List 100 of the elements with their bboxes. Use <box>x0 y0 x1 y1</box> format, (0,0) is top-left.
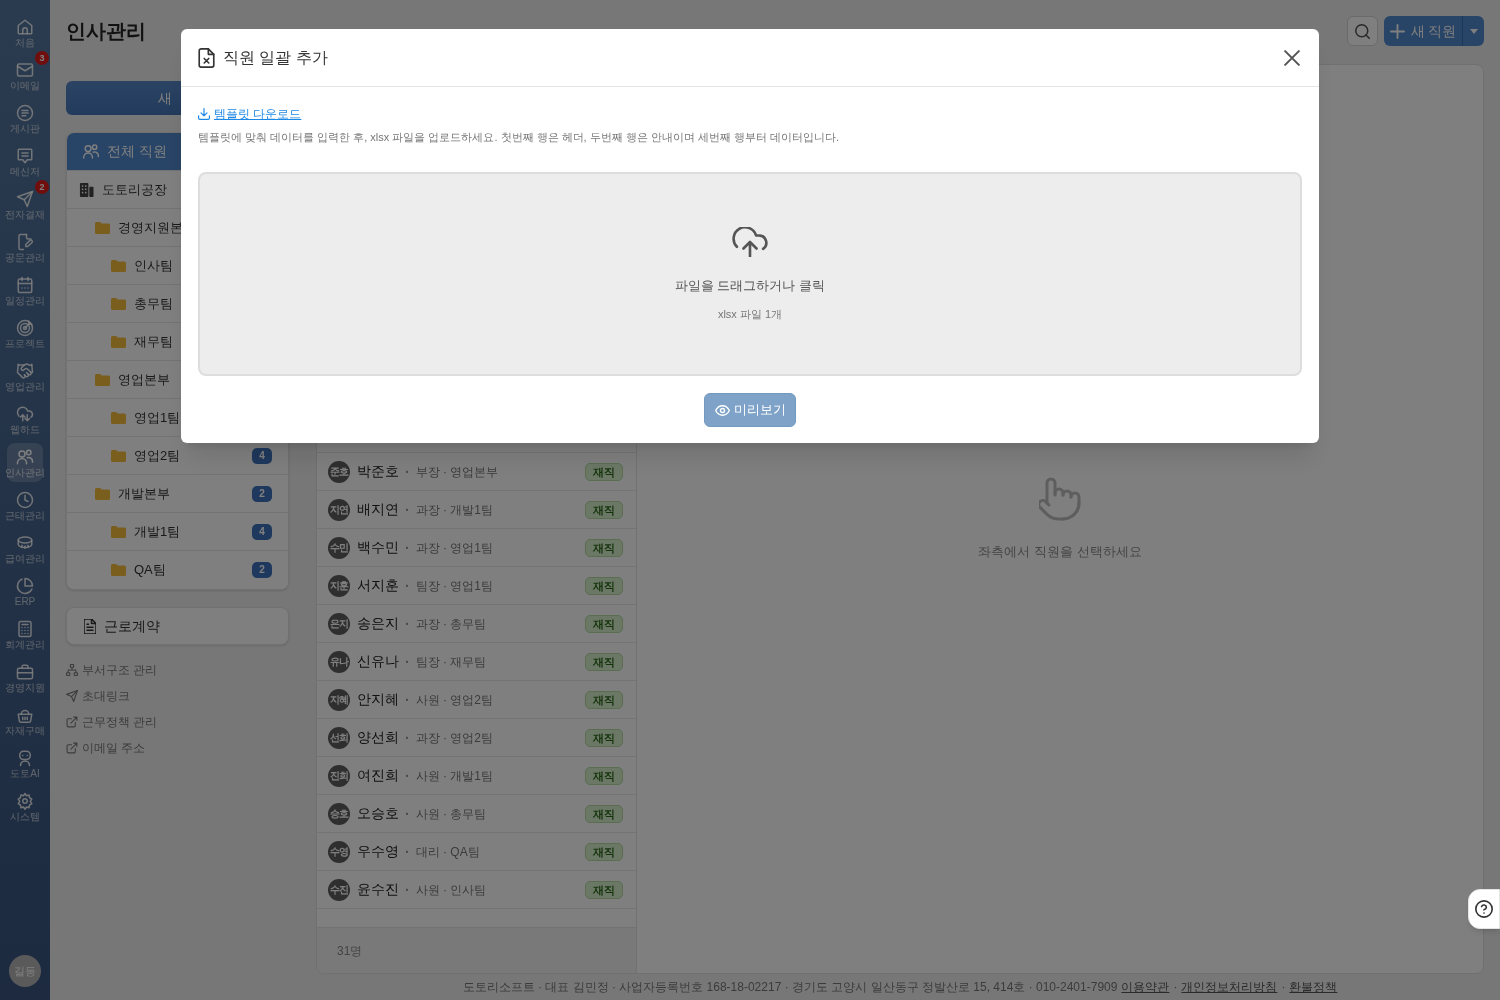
building-icon <box>79 182 94 197</box>
name-separator: · <box>405 844 410 859</box>
employee-name: 양선희 <box>357 728 399 747</box>
tree-item[interactable]: QA팀 2 <box>67 551 288 589</box>
employee-position: 사원 · 영업2팀 <box>415 691 493 709</box>
employee-name: 백수민 <box>357 538 399 557</box>
status-badge: 재직 <box>585 804 623 823</box>
count-badge: 2 <box>252 562 272 578</box>
sidebar-link[interactable]: 근무정책 관리 <box>66 714 158 730</box>
file-x-icon <box>198 47 215 68</box>
footer-text: · <box>1281 979 1286 996</box>
mail-icon <box>16 61 34 79</box>
dropdown-button[interactable] <box>1462 16 1484 46</box>
footer-link[interactable]: 환불정책 <box>1289 978 1338 996</box>
status-badge: 재직 <box>585 500 623 519</box>
status-badge: 재직 <box>585 462 623 481</box>
settings-icon <box>16 792 34 810</box>
name-separator: · <box>405 578 410 593</box>
folder-icon <box>111 335 126 348</box>
name-separator: · <box>405 464 410 479</box>
list-circle-icon <box>16 104 34 122</box>
home-icon <box>16 18 34 36</box>
employee-name: 박준호 <box>357 462 399 481</box>
employee-name: 여진희 <box>357 766 399 785</box>
employee-position: 사원 · 총무팀 <box>415 805 487 823</box>
external-link-icon <box>66 716 78 728</box>
tree-item[interactable]: 개발1팀 4 <box>67 513 288 551</box>
employee-name: 오승호 <box>357 804 399 823</box>
name-separator: · <box>405 730 410 745</box>
file-drop-zone[interactable]: 파일을 드래그하거나 클릭 xlsx 파일 1개 <box>198 172 1302 376</box>
chat-bubble-icon <box>16 147 34 165</box>
modal-title: 직원 일괄 추가 <box>223 47 328 68</box>
employee-name: 우수영 <box>357 842 399 861</box>
notification-badge: 2 <box>35 180 49 194</box>
caret-down-icon <box>1469 28 1478 34</box>
help-icon <box>1475 900 1493 918</box>
folder-icon <box>95 373 110 386</box>
document-pen-icon <box>16 233 34 251</box>
count-badge: 4 <box>252 523 272 540</box>
name-separator: · <box>405 540 410 555</box>
eye-icon <box>714 404 730 416</box>
empty-state-message: 좌측에서 직원을 선택하세요 <box>978 543 1142 562</box>
cloud-upload-icon <box>732 227 768 257</box>
contract-button[interactable]: 근로계약 <box>66 607 289 645</box>
plus-icon <box>1389 23 1405 39</box>
employee-avatar: 선희 <box>328 726 350 749</box>
employee-position: 팀장 · 영업1팀 <box>415 577 493 595</box>
folder-icon <box>111 525 126 538</box>
tree-item[interactable]: 영업2팀 4 <box>67 437 288 475</box>
briefcase-icon <box>16 663 34 681</box>
status-badge: 재직 <box>585 728 623 747</box>
name-separator: · <box>405 768 410 783</box>
name-separator: · <box>405 882 410 897</box>
footer-link[interactable]: 이용약관 <box>1121 978 1170 996</box>
employee-avatar: 유나 <box>328 650 350 673</box>
employee-avatar: 준호 <box>328 460 350 483</box>
employee-avatar: 수민 <box>328 536 350 559</box>
status-badge: 재직 <box>585 538 623 557</box>
count-badge: 4 <box>252 447 272 464</box>
status-badge: 재직 <box>585 690 623 709</box>
new-employee-button[interactable]: 새 직원 <box>1384 16 1462 46</box>
cloud-icon <box>16 405 34 423</box>
employee-position: 과장 · 영업2팀 <box>415 729 493 747</box>
pointer-hand-icon <box>1039 476 1081 523</box>
employee-position: 팀장 · 재무팀 <box>415 653 487 671</box>
folder-icon <box>95 487 110 500</box>
help-button[interactable] <box>1468 889 1500 929</box>
employee-avatar: 수진 <box>328 878 350 901</box>
employee-name: 윤수진 <box>357 880 399 899</box>
count-badge: 2 <box>252 485 272 502</box>
employee-avatar: 승호 <box>328 802 350 825</box>
external-link-icon <box>66 742 78 754</box>
sidebar-link[interactable]: 부서구조 관리 <box>66 662 158 678</box>
calculator-icon <box>16 620 34 638</box>
employee-position: 부장 · 영업본부 <box>415 463 499 481</box>
status-badge: 재직 <box>585 842 623 861</box>
name-separator: · <box>405 616 410 631</box>
employee-position: 과장 · 총무팀 <box>415 615 487 633</box>
close-button[interactable] <box>1282 47 1302 68</box>
name-separator: · <box>405 806 410 821</box>
name-separator: · <box>405 502 410 517</box>
employee-avatar: 진희 <box>328 764 350 787</box>
name-separator: · <box>405 654 410 669</box>
employee-name: 송은지 <box>357 614 399 633</box>
folder-icon <box>111 449 126 462</box>
folder-icon <box>111 259 126 272</box>
employee-position: 사원 · 인사팀 <box>415 881 487 899</box>
search-button[interactable] <box>1347 16 1378 46</box>
page-title: 인사관리 <box>66 19 146 44</box>
folder-icon <box>111 564 126 576</box>
employee-avatar: 지연 <box>328 498 350 521</box>
status-badge: 재직 <box>585 652 623 671</box>
employee-name: 안지혜 <box>357 690 399 709</box>
employee-avatar: 지혜 <box>328 688 350 711</box>
footer-link[interactable]: 개인정보처리방침 <box>1181 978 1278 996</box>
employee-avatar: 수영 <box>328 840 350 863</box>
name-separator: · <box>405 692 410 707</box>
employee-position: 대리 · QA팀 <box>415 843 480 861</box>
status-badge: 재직 <box>585 614 623 633</box>
tree-item[interactable]: 개발본부 2 <box>67 475 288 513</box>
